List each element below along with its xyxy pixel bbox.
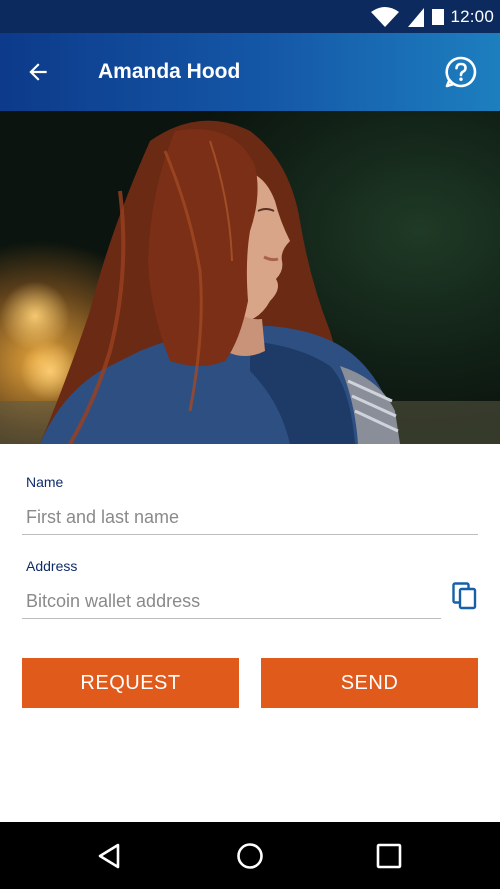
request-button[interactable]: REQUEST <box>22 658 239 708</box>
profile-photo <box>0 111 500 444</box>
address-label: Address <box>26 558 78 574</box>
copy-address-button[interactable] <box>452 582 478 610</box>
copy-icon <box>452 582 477 610</box>
send-button[interactable]: SEND <box>261 658 478 708</box>
name-label: Name <box>26 474 64 490</box>
nav-recents-button[interactable] <box>374 841 404 871</box>
signal-icon <box>408 7 425 27</box>
status-bar: 12:00 <box>0 0 500 33</box>
status-icons: 12:00 <box>370 0 494 33</box>
help-button[interactable] <box>442 53 480 91</box>
back-button[interactable] <box>18 52 58 92</box>
back-triangle-icon <box>98 843 120 869</box>
battery-icon <box>432 8 445 25</box>
arrow-back-icon <box>29 63 47 81</box>
address-input[interactable] <box>22 586 440 616</box>
nav-home-button[interactable] <box>235 841 265 871</box>
address-underline <box>22 618 441 619</box>
name-input[interactable] <box>22 502 476 532</box>
nav-back-button[interactable] <box>95 841 125 871</box>
portrait-illustration <box>0 120 500 444</box>
app-bar: Amanda Hood <box>0 33 500 111</box>
home-circle-icon <box>237 843 263 869</box>
page-title: Amanda Hood <box>98 60 241 83</box>
system-nav-bar <box>0 822 500 889</box>
wifi-icon <box>371 6 400 27</box>
name-underline <box>22 534 478 535</box>
help-icon <box>445 56 477 88</box>
status-time: 12:00 <box>450 6 494 26</box>
recents-square-icon <box>376 843 402 869</box>
